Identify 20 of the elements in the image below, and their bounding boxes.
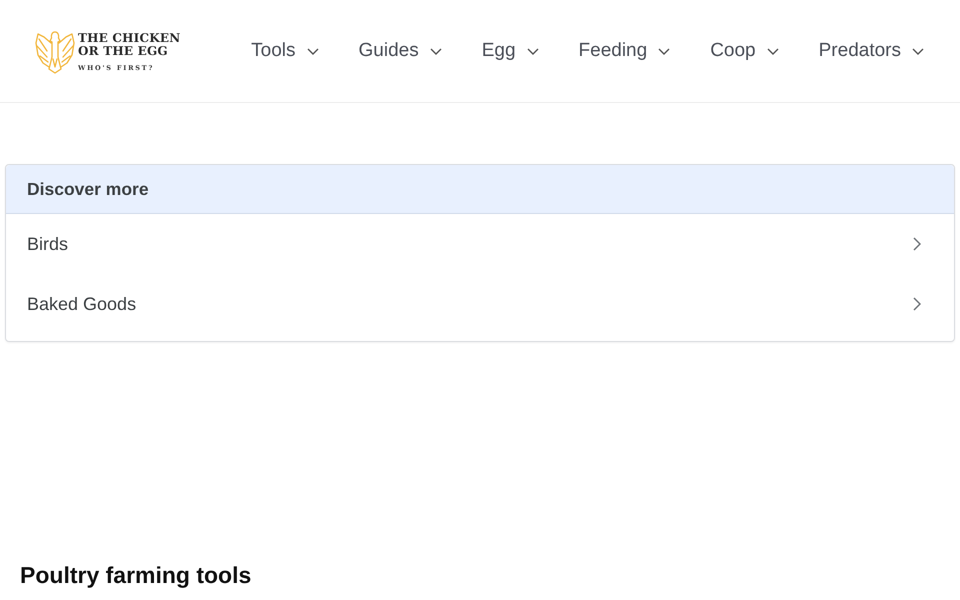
discover-link[interactable]: Baked Goods [6, 274, 954, 334]
chevron-right-icon [913, 237, 921, 251]
nav-menu-button[interactable]: Coop [710, 40, 779, 62]
chevron-down-icon [526, 48, 539, 54]
chevron-down-icon [912, 48, 924, 54]
discover-link[interactable]: Birds [6, 214, 954, 274]
nav-menu-button[interactable]: Guides [358, 40, 442, 62]
chevron-down-icon [430, 48, 442, 54]
chevron-down-icon [766, 48, 779, 54]
nav-menu-button[interactable]: Egg [482, 40, 539, 62]
logo-title[interactable]: THE CHICKEN OR THE EGG [78, 32, 180, 58]
bird-logo-icon[interactable] [35, 29, 75, 75]
nav-menu-button[interactable]: Predators [818, 40, 924, 62]
nav-menu-button[interactable]: Feeding [578, 40, 670, 62]
chevron-right-icon [913, 297, 921, 311]
chevron-down-icon [658, 48, 670, 54]
nav-menu-button[interactable]: Tools [251, 40, 319, 62]
discover-title: Discover more [6, 165, 954, 214]
section-heading: Poultry farming tools [20, 561, 252, 589]
chevron-down-icon [306, 48, 319, 54]
